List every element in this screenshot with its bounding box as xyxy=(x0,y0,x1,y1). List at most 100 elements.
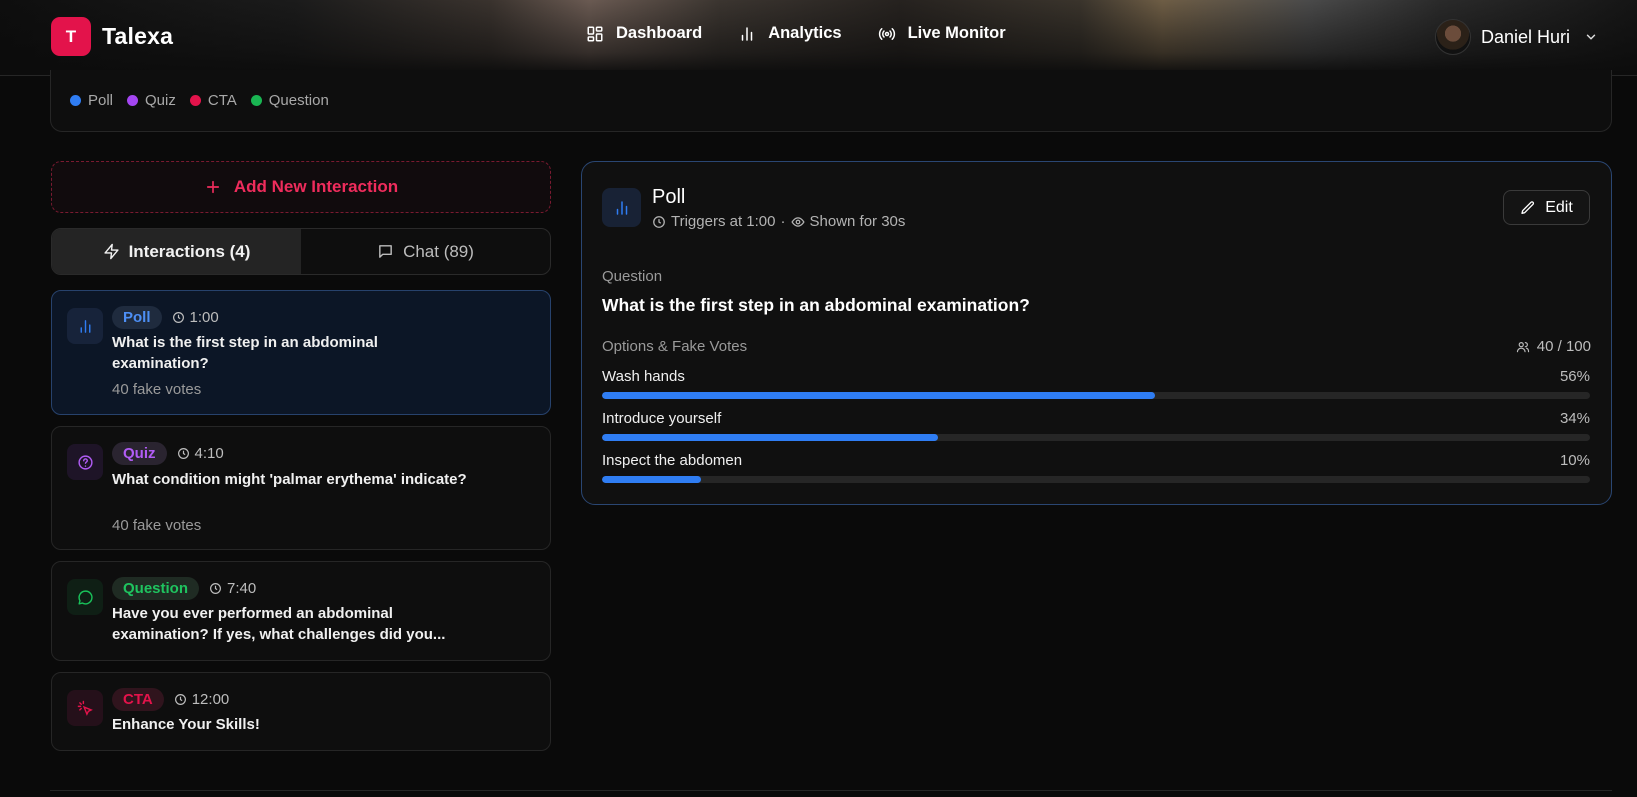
bar-chart-icon xyxy=(741,26,753,41)
card-meta: CTA 12:00 xyxy=(112,688,229,711)
votes-count: 40 / 100 xyxy=(1516,338,1591,355)
type-badge: Question xyxy=(112,577,200,600)
clock-icon xyxy=(177,448,189,459)
interaction-detail-panel: Poll Triggers at 1:00 · Shown for 30s Ed… xyxy=(581,161,1612,505)
logo-badge: T xyxy=(51,17,91,56)
lightning-icon xyxy=(103,243,119,260)
clock-icon xyxy=(172,312,184,323)
quiz-dot xyxy=(127,95,139,106)
add-interaction-button[interactable]: Add New Interaction xyxy=(51,161,551,213)
add-interaction-label: Add New Interaction xyxy=(233,177,399,196)
legend-label: Question xyxy=(268,92,329,109)
legend-quiz: Quiz xyxy=(127,92,176,109)
legend-cta: CTA xyxy=(189,92,237,109)
card-icon xyxy=(67,444,103,480)
tab-interactions-label: Interactions (4) xyxy=(128,241,251,261)
option-bar-fill xyxy=(602,476,701,483)
app-name: Talexa xyxy=(102,23,174,49)
trigger-time: 12:00 xyxy=(174,691,230,708)
separator: · xyxy=(780,213,786,230)
edit-button[interactable]: Edit xyxy=(1503,190,1590,225)
option-percent: 10% xyxy=(1559,452,1590,469)
legend-label: Poll xyxy=(88,92,114,109)
card-icon xyxy=(67,690,103,726)
card-votes: 40 fake votes xyxy=(112,381,202,398)
tab-chat[interactable]: Chat (89) xyxy=(301,229,550,274)
card-meta: Question 7:40 xyxy=(112,577,256,600)
list-tabs: Interactions (4) Chat (89) xyxy=(51,228,551,275)
legend-label: CTA xyxy=(207,92,237,109)
chevron-down-icon xyxy=(1586,34,1596,40)
trigger-time: 1:00 xyxy=(172,309,219,326)
question-label: Question xyxy=(602,268,663,285)
card-question: Have you ever performed an abdominal exa… xyxy=(112,605,446,643)
detail-title: Poll xyxy=(652,186,686,208)
poll-option: Introduce yourself 34% xyxy=(602,410,1590,441)
time-value: 1:00 xyxy=(189,309,219,326)
tab-interactions[interactable]: Interactions (4) xyxy=(52,229,301,274)
tab-chat-label: Chat (89) xyxy=(403,241,474,261)
option-percent: 34% xyxy=(1559,410,1590,427)
card-question: Enhance Your Skills! xyxy=(112,716,260,733)
plus-icon xyxy=(206,180,219,194)
question-dot xyxy=(250,95,262,106)
card-icon xyxy=(67,579,103,615)
option-percent: 56% xyxy=(1559,368,1590,385)
option-bar-fill xyxy=(602,434,938,441)
nav-live-monitor-label: Live Monitor xyxy=(907,24,1006,42)
poll-dot xyxy=(70,95,81,106)
legend-question: Question xyxy=(250,92,329,109)
interaction-card-quiz[interactable]: Quiz 4:10 What condition might 'palmar e… xyxy=(51,426,551,550)
pointer-click-icon xyxy=(77,700,93,716)
clock-icon xyxy=(210,583,221,594)
type-badge: CTA xyxy=(112,688,164,711)
card-votes: 40 fake votes xyxy=(112,517,202,534)
detail-type-icon xyxy=(602,188,641,227)
option-label: Inspect the abdomen xyxy=(602,452,743,469)
dashboard-icon xyxy=(587,26,603,41)
chat-icon xyxy=(379,245,392,258)
top-navigation-bar: T Talexa Dashboard Analytics Live Monito… xyxy=(0,0,1637,76)
question-circle-icon xyxy=(77,454,93,470)
option-bar xyxy=(602,434,1590,441)
type-badge: Quiz xyxy=(112,442,167,465)
nav-live-monitor[interactable]: Live Monitor xyxy=(878,24,1006,43)
detail-subtitle: Triggers at 1:00 · Shown for 30s xyxy=(652,213,905,230)
interaction-card-question[interactable]: Question 7:40 Have you ever performed an… xyxy=(51,561,551,661)
card-meta: Quiz 4:10 xyxy=(112,442,224,465)
user-menu[interactable]: Daniel Huri xyxy=(1435,19,1598,55)
options-label: Options & Fake Votes xyxy=(602,338,748,355)
card-question: What condition might 'palmar erythema' i… xyxy=(112,471,467,488)
pencil-icon xyxy=(1521,200,1535,214)
nav-dashboard-label: Dashboard xyxy=(616,24,703,42)
option-label: Introduce yourself xyxy=(602,410,722,427)
interaction-card-cta[interactable]: CTA 12:00 Enhance Your Skills! xyxy=(51,672,551,751)
trigger-time: 4:10 xyxy=(177,445,224,462)
votes-count-value: 40 / 100 xyxy=(1536,338,1591,355)
bar-chart-icon xyxy=(80,319,90,333)
eye-icon xyxy=(790,216,805,227)
poll-option: Inspect the abdomen 10% xyxy=(602,452,1590,483)
option-bar xyxy=(602,392,1590,399)
time-value: 12:00 xyxy=(191,691,230,708)
chat-bubble-icon xyxy=(77,589,93,605)
user-name: Daniel Huri xyxy=(1481,26,1571,47)
cta-dot xyxy=(189,95,201,106)
legend-poll: Poll xyxy=(70,92,113,109)
nav-dashboard[interactable]: Dashboard xyxy=(586,24,702,43)
main-nav: Dashboard Analytics Live Monitor xyxy=(586,24,1006,43)
legend-label: Quiz xyxy=(145,92,176,109)
card-meta: Poll 1:00 xyxy=(112,306,219,329)
card-question: What is the first step in an abdominal e… xyxy=(112,334,378,372)
divider xyxy=(50,790,1612,791)
option-label: Wash hands xyxy=(602,368,685,385)
trigger-time: 7:40 xyxy=(209,580,256,597)
nav-analytics[interactable]: Analytics xyxy=(738,24,842,43)
poll-option: Wash hands 56% xyxy=(602,368,1590,399)
app-logo[interactable]: T Talexa xyxy=(51,17,173,56)
edit-label: Edit xyxy=(1545,198,1573,216)
time-value: 4:10 xyxy=(194,445,224,462)
trigger-info: Triggers at 1:00 xyxy=(671,213,776,230)
nav-analytics-label: Analytics xyxy=(768,24,842,42)
interaction-card-poll[interactable]: Poll 1:00 What is the first step in an a… xyxy=(51,290,551,415)
